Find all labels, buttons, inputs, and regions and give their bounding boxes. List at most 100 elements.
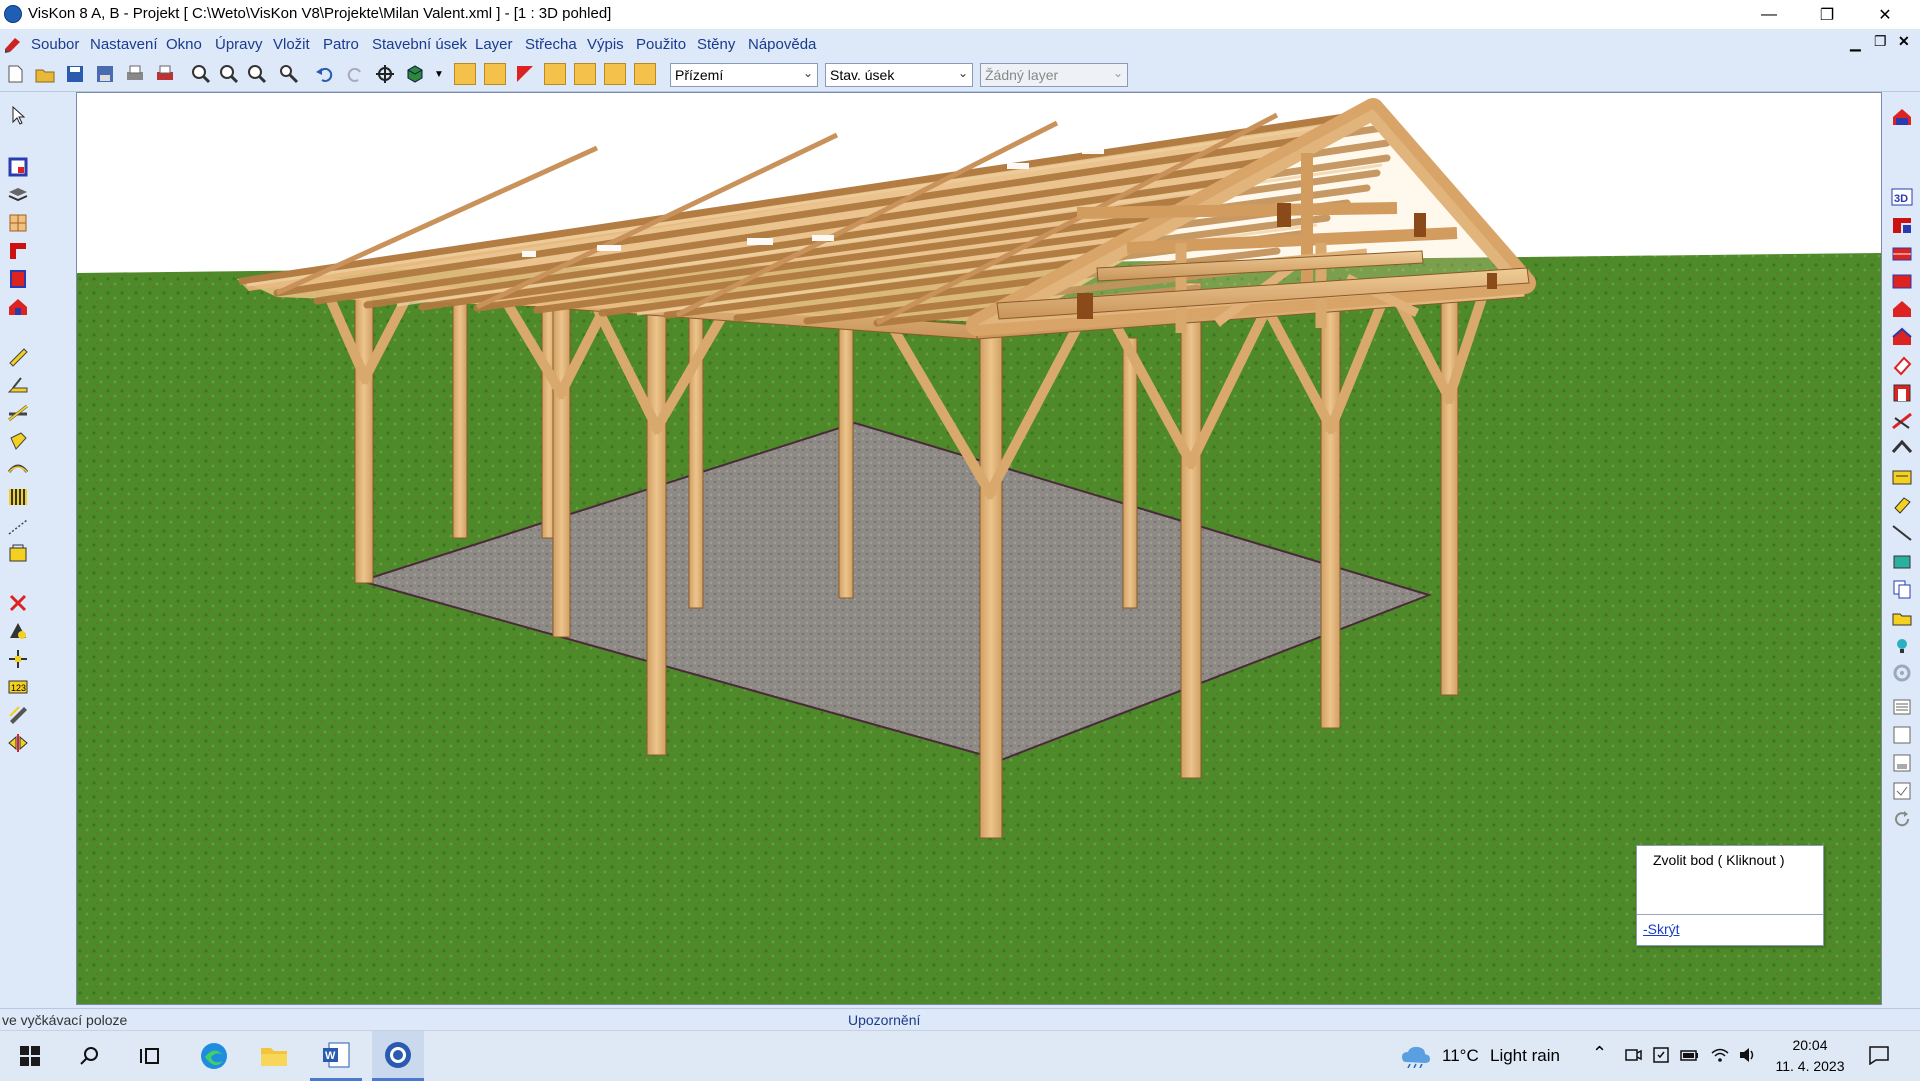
task-view-icon[interactable]	[124, 1031, 176, 1081]
menu-steny[interactable]: Stěny	[697, 36, 735, 53]
restore-button[interactable]: ❐	[1798, 0, 1856, 29]
truss-tool-icon[interactable]	[7, 402, 29, 424]
mirror-tool-icon[interactable]	[7, 732, 29, 754]
snap-point-icon[interactable]	[484, 63, 506, 85]
stairs-icon[interactable]	[1891, 410, 1913, 432]
3d-cube-icon[interactable]	[404, 63, 426, 85]
section-select[interactable]: Stav. úsek ⌄	[825, 63, 973, 87]
refresh-icon[interactable]	[1891, 808, 1913, 830]
wall-tool-icon[interactable]	[514, 63, 536, 85]
edge-browser-icon[interactable]	[188, 1031, 240, 1081]
delete-icon[interactable]	[7, 592, 29, 614]
blank-page-icon[interactable]	[1891, 724, 1913, 746]
save-icon[interactable]	[64, 63, 86, 85]
new-file-icon[interactable]	[4, 63, 26, 85]
panel-icon[interactable]	[1891, 466, 1913, 488]
layer-select[interactable]: Žádný layer ⌄	[980, 63, 1128, 87]
menu-vlozit[interactable]: Vložit	[273, 36, 310, 53]
checkbox-page-icon[interactable]	[1891, 780, 1913, 802]
meet-now-icon[interactable]	[1624, 1046, 1642, 1068]
modify-tool-icon[interactable]	[7, 620, 29, 642]
clock-time[interactable]: 20:04	[1780, 1037, 1840, 1053]
grid-snap-icon[interactable]	[454, 63, 476, 85]
open-folder-icon[interactable]	[34, 63, 56, 85]
word-app-icon[interactable]: W	[310, 1031, 362, 1081]
battens-tool-icon[interactable]	[7, 486, 29, 508]
light-icon[interactable]	[1891, 634, 1913, 656]
mdi-restore-button[interactable]: ❐	[1874, 33, 1887, 50]
eraser-icon[interactable]	[1891, 354, 1913, 376]
move-tool-icon[interactable]	[7, 648, 29, 670]
file-explorer-icon[interactable]	[248, 1031, 300, 1081]
print-preview-icon[interactable]	[154, 63, 176, 85]
house-roof-icon[interactable]	[7, 296, 29, 318]
house-view-icon[interactable]	[1891, 106, 1913, 128]
minimize-button[interactable]: —	[1740, 0, 1798, 29]
windows-start-icon[interactable]	[4, 1031, 56, 1081]
text-tool-icon[interactable]	[7, 542, 29, 564]
menu-okno[interactable]: Okno	[166, 36, 202, 53]
wifi-icon[interactable]	[1710, 1046, 1730, 1068]
door-icon[interactable]	[7, 268, 29, 290]
weather-text[interactable]: Light rain	[1490, 1046, 1560, 1066]
floor-view-icon[interactable]	[1891, 242, 1913, 264]
clock-date[interactable]: 11. 4. 2023	[1770, 1058, 1850, 1074]
wall-view-icon[interactable]	[1891, 214, 1913, 236]
window-tool-icon[interactable]	[7, 156, 29, 178]
dropdown-arrow-icon[interactable]: ▼	[434, 69, 444, 80]
menu-layer[interactable]: Layer	[475, 36, 513, 53]
door-view-icon[interactable]	[1891, 382, 1913, 404]
menu-pouzito[interactable]: Použito	[636, 36, 686, 53]
numbering-icon[interactable]: 123	[7, 676, 29, 698]
3d-view-icon[interactable]: 3D	[1891, 186, 1913, 208]
layer-view-icon[interactable]	[544, 63, 566, 85]
beam-view-icon[interactable]	[1891, 494, 1913, 516]
rafter-tool-icon[interactable]	[7, 374, 29, 396]
ceiling-view-icon[interactable]	[1891, 270, 1913, 292]
zoom-out-icon[interactable]	[218, 63, 240, 85]
line-tool-icon[interactable]	[1891, 522, 1913, 544]
document-icon[interactable]	[2, 34, 22, 54]
menu-upravy[interactable]: Úpravy	[215, 36, 263, 53]
floor-plan-icon[interactable]	[7, 212, 29, 234]
menu-vypis[interactable]: Výpis	[587, 36, 624, 53]
security-icon[interactable]	[1652, 1046, 1670, 1068]
weather-cloud-icon[interactable]	[1400, 1044, 1432, 1072]
settings-gear-icon[interactable]	[1891, 662, 1913, 684]
app-icon[interactable]	[4, 5, 22, 23]
layers-icon[interactable]	[7, 184, 29, 206]
page-split-icon[interactable]	[1891, 752, 1913, 774]
menu-strecha[interactable]: Střecha	[525, 36, 577, 53]
weather-temp[interactable]: 11°C	[1442, 1046, 1479, 1066]
3d-viewport[interactable]	[76, 92, 1882, 1005]
undo-icon[interactable]	[314, 63, 336, 85]
menu-patro[interactable]: Patro	[323, 36, 359, 53]
redo-icon[interactable]	[344, 63, 366, 85]
section-cut-icon[interactable]	[7, 704, 29, 726]
column-tool-icon[interactable]	[7, 430, 29, 452]
list-view-icon[interactable]	[1891, 696, 1913, 718]
viskon-app-icon[interactable]	[372, 1031, 424, 1081]
crosshair-icon[interactable]	[374, 63, 396, 85]
close-button[interactable]: ✕	[1856, 0, 1914, 29]
dimension-line-icon[interactable]	[7, 516, 29, 538]
menu-napoveda[interactable]: Nápověda	[748, 36, 816, 53]
menu-stavebni-usek[interactable]: Stavební úsek	[372, 36, 467, 53]
folder-open-icon[interactable]	[1891, 606, 1913, 628]
floor-select[interactable]: Přízemí ⌄	[670, 63, 818, 87]
select-pointer-icon[interactable]	[604, 63, 626, 85]
mdi-close-button[interactable]: ✕	[1898, 33, 1910, 50]
zoom-in-icon[interactable]	[190, 63, 212, 85]
copy-icon[interactable]	[1891, 578, 1913, 600]
book-view-icon[interactable]	[1891, 550, 1913, 572]
beam-tool-icon[interactable]	[7, 346, 29, 368]
roof-edit-icon[interactable]	[1891, 326, 1913, 348]
menu-soubor[interactable]: Soubor	[31, 36, 79, 53]
battery-icon[interactable]	[1680, 1046, 1700, 1068]
notifications-icon[interactable]	[1868, 1045, 1890, 1069]
print-icon[interactable]	[124, 63, 146, 85]
hide-hint-link[interactable]: -Skrýt	[1643, 921, 1680, 937]
zoom-window-icon[interactable]	[278, 63, 300, 85]
volume-icon[interactable]	[1738, 1046, 1758, 1068]
pointer-icon[interactable]	[7, 104, 29, 126]
